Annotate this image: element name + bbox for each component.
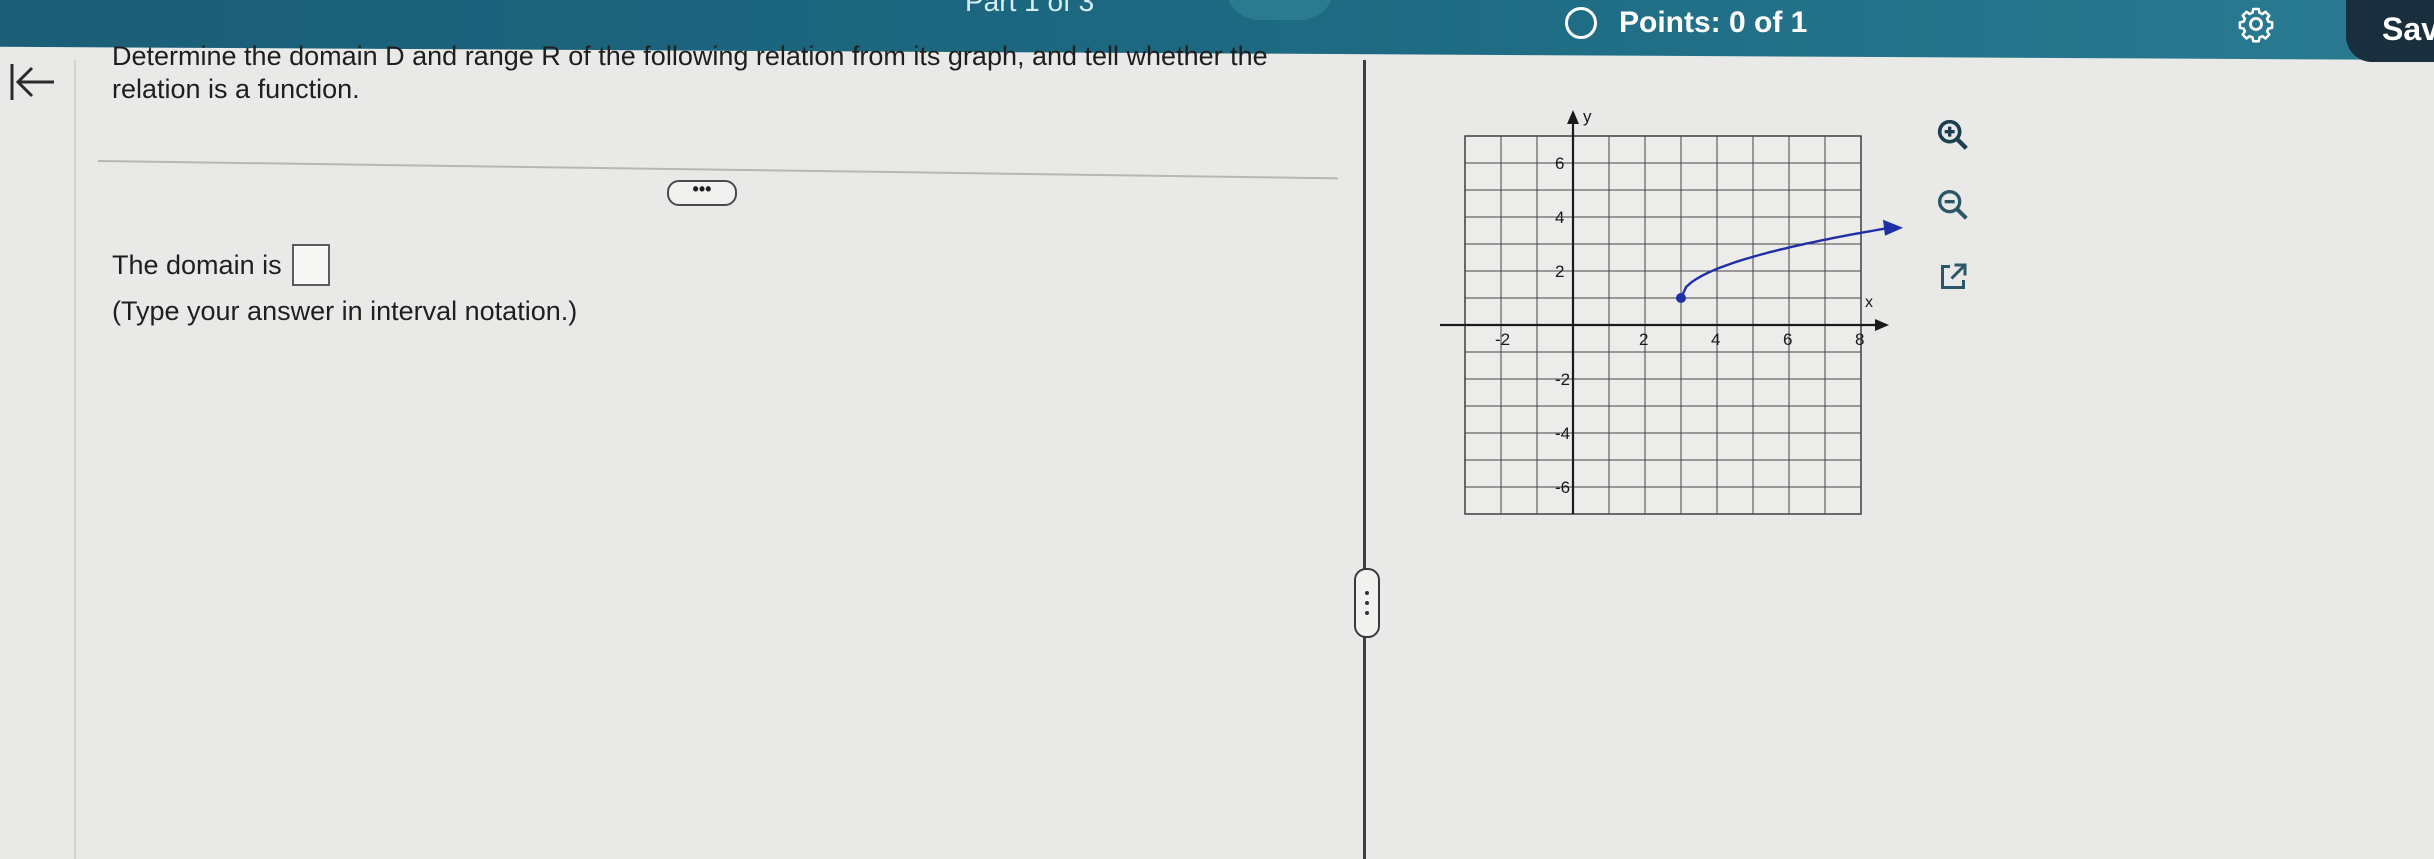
- question-text: Determine the domain D and range R of th…: [112, 41, 1268, 104]
- domain-prefix: The domain is: [112, 249, 282, 280]
- answer-hint: (Type your answer in interval notation.): [112, 296, 578, 326]
- settings-button[interactable]: [2234, 2, 2278, 46]
- points-label: Points: 0 of 1: [1619, 6, 1808, 39]
- back-arrow-icon: [10, 64, 54, 100]
- x-tick-label: 2: [1639, 330, 1648, 349]
- points-indicator: Points: 0 of 1: [1565, 6, 1807, 40]
- panel-resize-handle[interactable]: [1354, 568, 1380, 638]
- domain-answer-input[interactable]: [291, 244, 330, 286]
- y-tick-label: 4: [1555, 208, 1564, 227]
- y-tick-label: -4: [1555, 424, 1570, 443]
- zoom-in-icon: [1937, 119, 1968, 150]
- graph-panel: x y -2 2 4 6 8 6 4 2 -2 -4 -6: [1440, 94, 1920, 554]
- panel-divider: [1363, 60, 1366, 859]
- gear-icon: [2238, 7, 2274, 43]
- save-button[interactable]: Sav: [2346, 0, 2434, 62]
- curve-start-point: [1676, 293, 1686, 303]
- more-button[interactable]: •••: [667, 180, 737, 206]
- y-tick-label: -6: [1555, 478, 1570, 497]
- y-tick-label: 2: [1555, 262, 1564, 281]
- back-button[interactable]: [4, 52, 64, 112]
- x-tick-label: 4: [1711, 330, 1720, 349]
- x-tick-label: -2: [1495, 330, 1510, 349]
- part-indicator: Part 1 of 3: [965, 0, 1095, 17]
- y-axis-label: y: [1583, 107, 1592, 126]
- curve-arrowhead: [1883, 219, 1903, 236]
- y-axis-arrow: [1567, 110, 1579, 124]
- domain-prompt: The domain is: [112, 244, 330, 286]
- y-tick-label: -2: [1555, 370, 1570, 389]
- points-ring-icon: [1565, 7, 1597, 39]
- sidebar-border: [74, 60, 76, 859]
- popout-icon: [1941, 263, 1967, 289]
- y-tick-label: 6: [1555, 154, 1564, 173]
- question-divider: [97, 160, 1338, 180]
- x-axis-label: x: [1865, 294, 1873, 311]
- x-tick-label: 6: [1783, 330, 1792, 349]
- x-tick-label: 8: [1855, 330, 1864, 349]
- popout-button[interactable]: [1930, 254, 1976, 300]
- zoom-in-button[interactable]: [1930, 112, 1976, 158]
- zoom-out-icon: [1938, 190, 1968, 220]
- graph-svg: x y -2 2 4 6 8 6 4 2 -2 -4 -6: [1440, 107, 1903, 515]
- x-axis-arrow: [1875, 319, 1889, 331]
- zoom-out-button[interactable]: [1930, 182, 1976, 228]
